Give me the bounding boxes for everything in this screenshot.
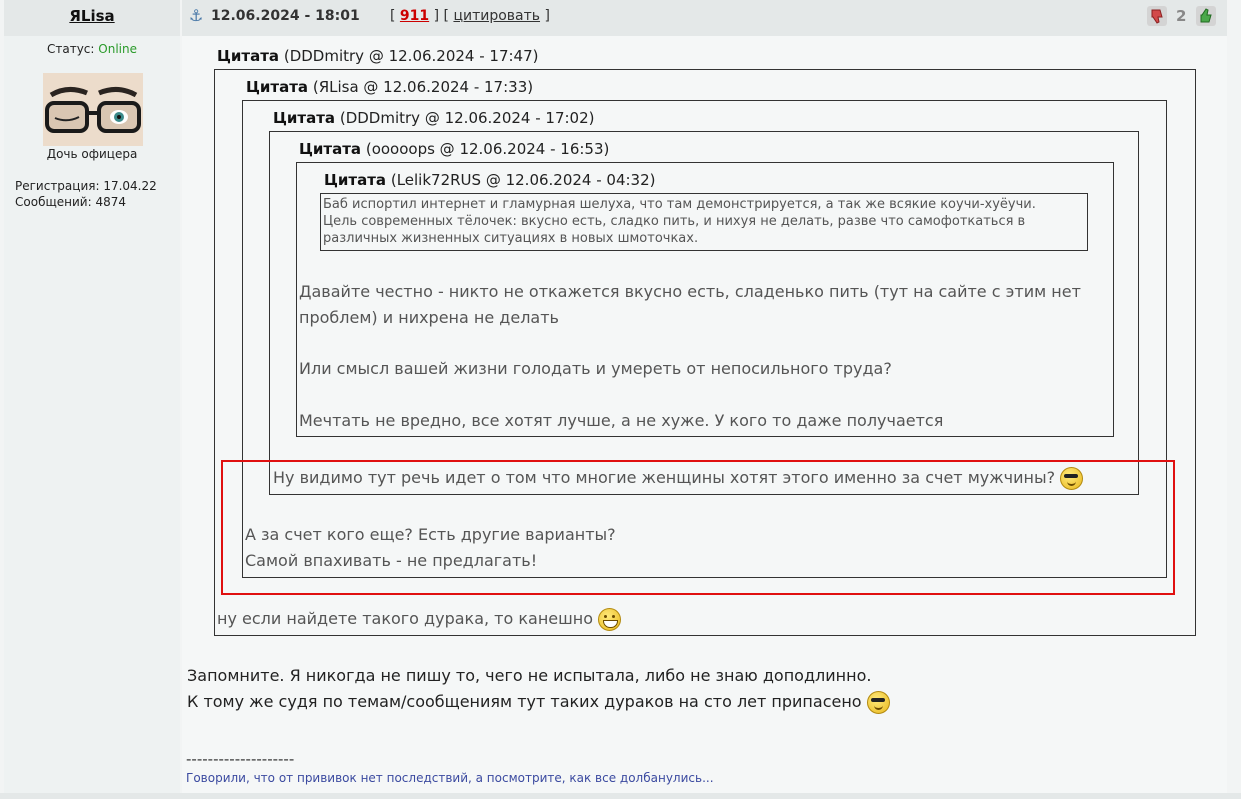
author-name-link[interactable]: ЯLisa (69, 7, 114, 25)
post-date: 12.06.2024 - 18:01 (211, 8, 360, 24)
post-count: Сообщений: 4874 (15, 195, 126, 209)
author-status: Статус: Online (4, 42, 180, 56)
quote-meta: (ЯLisa @ 12.06.2024 - 17:33) (312, 78, 534, 96)
quote-text-line: Цель современных тёлочек: вкусно есть, с… (323, 214, 1026, 229)
quote-header-3: Цитата (DDDmitry @ 12.06.2024 - 17:02) (273, 109, 595, 127)
quote-text-line: проблем) и нихрена не делать (299, 308, 559, 327)
vote-up-button[interactable] (1196, 6, 1216, 26)
quote-label: Цитата (299, 140, 362, 158)
post-text-line: Запомните. Я никогда не пишу то, чего не… (187, 666, 872, 685)
rating-count: 2 (1176, 7, 1187, 25)
post-header: ⚓ 12.06.2024 - 18:01 [ 911 ] [ цитироват… (182, 0, 1227, 36)
quote-text-line: Давайте честно - никто не откажется вкус… (299, 282, 1081, 301)
quote-header-2: Цитата (ЯLisa @ 12.06.2024 - 17:33) (246, 78, 533, 96)
bracket: ] [ (433, 8, 449, 24)
quote-header-1: Цитата (DDDmitry @ 12.06.2024 - 17:47) (217, 47, 539, 65)
quote-header-5: Цитата (Lelik72RUS @ 12.06.2024 - 04:32) (324, 171, 656, 189)
cool-smiley-icon (866, 691, 890, 714)
signature-text: Говорили, что от прививок нет последстви… (186, 771, 714, 785)
highlight-box (221, 460, 1175, 595)
quote-meta: (Lelik72RUS @ 12.06.2024 - 04:32) (390, 171, 656, 189)
quote-text-line: Или смысл вашей жизни голодать и умереть… (299, 359, 892, 378)
signature-separator: -------------------- (186, 750, 295, 768)
quote-meta: (ooooops @ 12.06.2024 - 16:53) (365, 140, 610, 158)
thumb-down-icon (1151, 9, 1163, 24)
quote-text-line: Мечтать не вредно, все хотят лучше, а не… (299, 411, 944, 430)
avatar[interactable] (43, 73, 143, 146)
status-label: Статус: (46, 42, 95, 56)
quote-label: Цитата (324, 171, 387, 189)
grin-smiley-icon (598, 608, 622, 631)
quote-text: ну если найдете такого дурака, то канешн… (217, 609, 594, 628)
quote-meta: (DDDmitry @ 12.06.2024 - 17:47) (283, 47, 539, 65)
author-header: ЯLisa (4, 0, 180, 36)
quote-meta: (DDDmitry @ 12.06.2024 - 17:02) (339, 109, 595, 127)
quote-header-4: Цитата (ooooops @ 12.06.2024 - 16:53) (299, 140, 609, 158)
registration-date: Регистрация: 17.04.22 (15, 179, 157, 193)
post-text: К тому же судя по темам/сообщениям тут т… (187, 692, 862, 711)
quote-link[interactable]: цитировать (453, 8, 540, 24)
author-rank: Дочь офицера (46, 147, 138, 161)
avatar-image (43, 73, 143, 146)
bracket: [ (390, 8, 396, 24)
quote-text-line: различных жизненных ситуациях в новых шм… (323, 231, 699, 246)
anchor-icon[interactable]: ⚓ (189, 6, 203, 25)
post-text-line: К тому же судя по темам/сообщениям тут т… (187, 691, 890, 714)
quote-label: Цитата (273, 109, 336, 127)
post-meta: [ 911 ] [ цитировать ] (390, 8, 550, 24)
author-panel: ЯLisa Статус: Online Дочь офицера Регист… (4, 0, 180, 799)
status-value: Online (98, 42, 137, 56)
quote-label: Цитата (217, 47, 280, 65)
thumb-up-icon (1200, 8, 1212, 23)
quote-text-line: Баб испортил интернет и гламурная шелуха… (323, 197, 1036, 212)
quote-text-line: ну если найдете такого дурака, то канешн… (217, 608, 622, 631)
bottom-divider (0, 793, 1241, 799)
vote-down-button[interactable] (1147, 6, 1167, 26)
quote-label: Цитата (246, 78, 309, 96)
post-number-link[interactable]: 911 (400, 8, 429, 24)
bracket: ] (544, 8, 550, 24)
